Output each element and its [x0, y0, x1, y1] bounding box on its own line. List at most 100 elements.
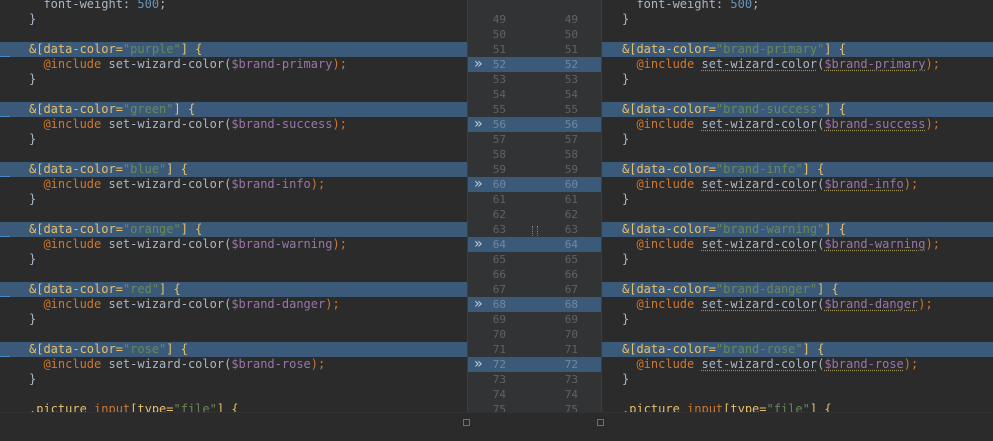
left-line-number: 74 — [492, 388, 506, 401]
code-line[interactable] — [0, 27, 467, 42]
code-token: set-wizard-color( — [108, 177, 232, 191]
code-line[interactable]: } — [0, 72, 467, 87]
code-line[interactable]: font-weight: 500; — [602, 0, 993, 12]
changed-code-line[interactable]: &[data-color="brand-rose"] { — [602, 342, 993, 357]
code-line[interactable] — [602, 147, 993, 162]
code-token: ); — [925, 117, 940, 131]
code-line[interactable]: @include set-wizard-color($brand-info); — [602, 177, 993, 192]
code-line[interactable] — [602, 27, 993, 42]
gutter-row: 74 74 — [468, 387, 601, 402]
code-line[interactable] — [0, 387, 467, 402]
right-line-number: 64 — [564, 238, 578, 251]
code-text: &[data-color="orange"] { — [29, 222, 202, 237]
code-line[interactable]: @include set-wizard-color($brand-danger)… — [602, 297, 993, 312]
code-line[interactable]: @include set-wizard-color($brand-info); — [0, 177, 467, 192]
gutter-row: 55 55 — [468, 102, 601, 117]
code-line[interactable]: @include set-wizard-color($brand-rose); — [602, 357, 993, 372]
code-line[interactable]: } — [602, 312, 993, 327]
code-token: } — [622, 252, 630, 266]
code-line[interactable] — [0, 267, 467, 282]
code-line[interactable]: @include set-wizard-color($brand-warning… — [0, 237, 467, 252]
gutter-row: 61 61 — [468, 192, 601, 207]
code-token: set-wizard-color( — [108, 357, 232, 371]
code-line[interactable] — [602, 87, 993, 102]
code-line[interactable] — [0, 207, 467, 222]
fold-marker-icon[interactable] — [463, 419, 470, 426]
right-line-number: 53 — [564, 73, 578, 86]
changed-code-line[interactable]: &[data-color="red"] { — [0, 282, 467, 297]
code-line[interactable]: @include set-wizard-color($brand-warning… — [602, 237, 993, 252]
code-line[interactable] — [602, 267, 993, 282]
code-line[interactable]: } — [0, 372, 467, 387]
code-line[interactable]: } — [0, 132, 467, 147]
code-token: input — [687, 402, 724, 412]
gutter-row: 57 57 — [468, 132, 601, 147]
code-token: &[data-color= — [29, 342, 123, 356]
code-token: $brand-success — [231, 117, 333, 131]
gutter-row: 66 66 — [468, 267, 601, 282]
code-line[interactable]: } — [0, 12, 467, 27]
code-line[interactable]: @include set-wizard-color($brand-success… — [0, 117, 467, 132]
code-token: set-wizard-color — [701, 177, 818, 191]
code-line[interactable]: } — [602, 192, 993, 207]
gutter-row: 58 58 — [468, 147, 601, 162]
code-line[interactable]: } — [602, 12, 993, 27]
fold-marker-icon[interactable] — [597, 419, 604, 426]
code-text: } — [622, 312, 629, 327]
changed-code-line[interactable]: &[data-color="purple"] { — [0, 42, 467, 57]
code-text: @include set-wizard-color($brand-success… — [29, 117, 346, 132]
code-line[interactable]: .picture input[type="file"] { — [602, 402, 993, 412]
code-line[interactable]: } — [0, 312, 467, 327]
code-line[interactable]: @include set-wizard-color($brand-primary… — [0, 57, 467, 72]
code-line[interactable]: .picture input[type="file"] { — [0, 402, 467, 412]
code-line[interactable]: @include set-wizard-color($brand-rose); — [0, 357, 467, 372]
code-line[interactable] — [0, 147, 467, 162]
changed-code-line[interactable]: &[data-color="blue"] { — [0, 162, 467, 177]
code-line[interactable]: } — [602, 72, 993, 87]
code-token: "brand-warning" — [715, 222, 825, 236]
code-line[interactable] — [602, 387, 993, 402]
code-line[interactable] — [0, 327, 467, 342]
changed-code-line[interactable]: &[data-color="brand-info"] { — [602, 162, 993, 177]
code-line[interactable] — [602, 327, 993, 342]
changed-code-line[interactable]: &[data-color="brand-danger"] { — [602, 282, 993, 297]
code-line[interactable]: @include set-wizard-color($brand-success… — [602, 117, 993, 132]
right-line-number: 75 — [564, 403, 578, 412]
right-editor-pane[interactable]: font-weight: 500;} &[data-color="brand-pr… — [602, 0, 993, 412]
changed-code-line[interactable]: &[data-color="brand-primary"] { — [602, 42, 993, 57]
left-editor-pane[interactable]: font-weight: 500;} &[data-color="purple"]… — [0, 0, 467, 412]
code-token: $brand-info — [231, 177, 311, 191]
code-token: $brand-danger — [824, 297, 919, 311]
code-line[interactable]: } — [602, 252, 993, 267]
changed-code-line[interactable]: &[data-color="brand-warning"] { — [602, 222, 993, 237]
code-line[interactable]: @include set-wizard-color($brand-danger)… — [0, 297, 467, 312]
code-line[interactable]: } — [0, 252, 467, 267]
changed-code-line[interactable]: &[data-color="orange"] { — [0, 222, 467, 237]
code-token: ; — [752, 0, 760, 11]
changed-code-line[interactable]: &[data-color="rose"] { — [0, 342, 467, 357]
gutter-row: 62 62 — [468, 207, 601, 222]
code-text: @include set-wizard-color($brand-info); — [29, 177, 325, 192]
code-line[interactable] — [602, 207, 993, 222]
changed-code-line[interactable]: &[data-color="green"] { — [0, 102, 467, 117]
code-line[interactable]: @include set-wizard-color($brand-primary… — [602, 57, 993, 72]
code-token: @include — [622, 237, 702, 251]
code-token: $brand-info — [824, 177, 904, 191]
code-line[interactable] — [0, 87, 467, 102]
code-token: ); — [918, 297, 933, 311]
code-line[interactable]: font-weight: 500; — [0, 0, 467, 12]
right-line-number: 66 — [564, 268, 578, 281]
code-token: "file" — [173, 402, 217, 412]
code-line[interactable]: } — [0, 192, 467, 207]
gutter-row: 51 51 — [468, 42, 601, 57]
code-line[interactable]: } — [602, 132, 993, 147]
bottom-scroll-area — [0, 412, 993, 441]
left-line-number: 61 — [492, 193, 506, 206]
code-token: &[data-color= — [622, 222, 716, 236]
changed-code-line[interactable]: &[data-color="brand-success"] { — [602, 102, 993, 117]
left-line-number: 55 — [492, 103, 506, 116]
code-token: ); — [903, 357, 919, 371]
code-line[interactable]: } — [602, 372, 993, 387]
diff-gutter[interactable]: 49 49 50 50 51 51» 52 52 53 53 54 54 55 55» 56 56 57 57 58… — [467, 0, 602, 412]
left-line-number: 49 — [492, 13, 506, 26]
